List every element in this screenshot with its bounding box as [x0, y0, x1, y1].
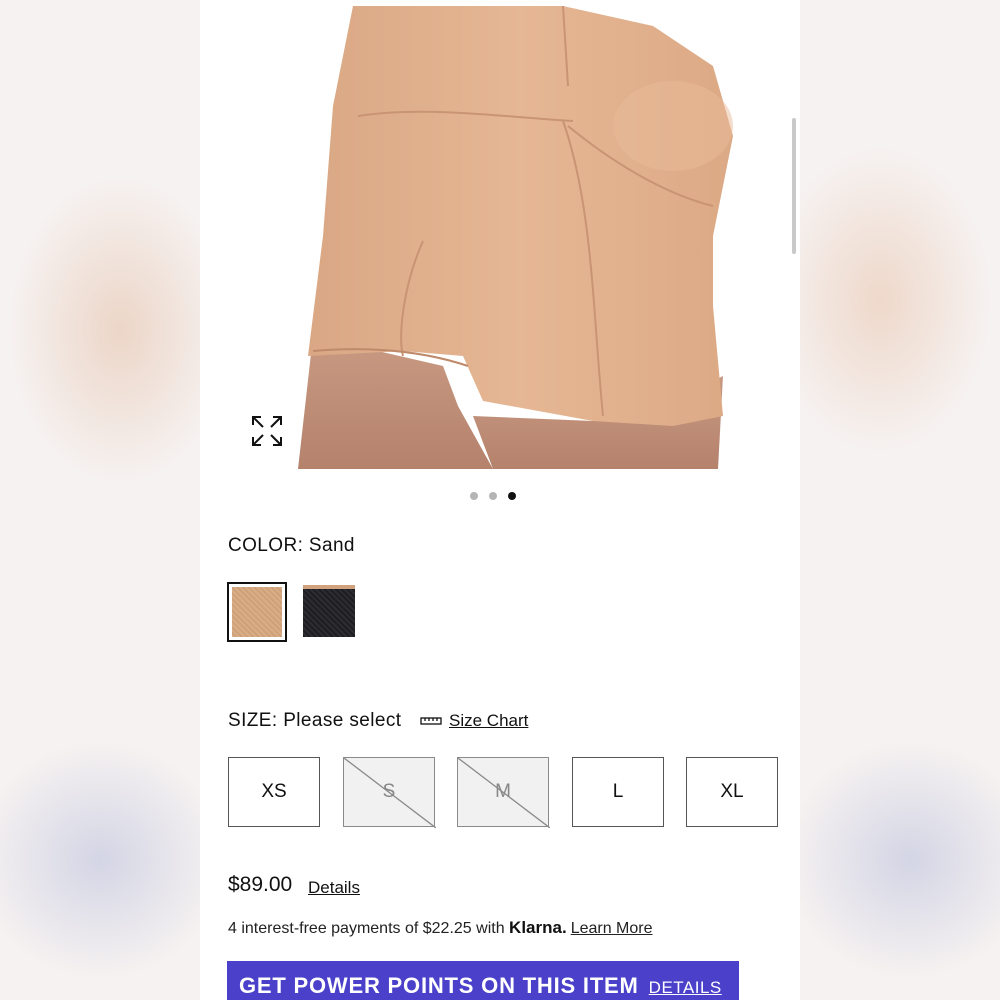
- expand-icon[interactable]: [250, 414, 284, 448]
- size-button-l[interactable]: L: [572, 757, 664, 827]
- klarna-learn-more-link[interactable]: Learn More: [571, 920, 653, 937]
- product-image[interactable]: [293, 6, 767, 469]
- klarna-brand: Klarna.: [509, 918, 567, 937]
- carousel-dot-1[interactable]: [470, 492, 478, 500]
- background-blur-right: [800, 0, 1000, 1000]
- size-button-xs[interactable]: XS: [228, 757, 320, 827]
- size-label-xs: XS: [261, 781, 287, 802]
- swatch-sand[interactable]: [227, 582, 287, 642]
- background-blur-left: [0, 0, 200, 1000]
- carousel-dot-2[interactable]: [489, 492, 497, 500]
- size-label: SIZE: Please select: [228, 710, 402, 731]
- klarna-installments: 4 interest-free payments of $22.25 with …: [228, 918, 653, 938]
- scrollbar[interactable]: [792, 118, 796, 254]
- carousel-dot-3[interactable]: [508, 492, 516, 500]
- size-button-s[interactable]: S: [343, 757, 436, 828]
- power-points-text: GET POWER POINTS ON THIS ITEM: [239, 973, 639, 998]
- power-points-banner[interactable]: GET POWER POINTS ON THIS ITEM DETAILS: [227, 961, 739, 1000]
- size-button-m[interactable]: M: [457, 757, 550, 828]
- size-button-xl[interactable]: XL: [686, 757, 778, 827]
- size-chart-link-wrapper[interactable]: Size Chart: [420, 711, 528, 731]
- size-chart-link[interactable]: Size Chart: [449, 711, 528, 731]
- price: $89.00: [228, 873, 293, 896]
- size-label-s: S: [382, 781, 396, 802]
- color-label: COLOR: Sand: [228, 535, 355, 556]
- price-details-link[interactable]: Details: [308, 878, 360, 898]
- swatch-black[interactable]: [303, 585, 355, 637]
- size-label-m: M: [495, 781, 511, 802]
- ruler-icon: [420, 711, 442, 731]
- power-points-details-link[interactable]: DETAILS: [649, 978, 722, 997]
- size-label-xl: XL: [720, 781, 744, 802]
- carousel-dots: [470, 492, 516, 500]
- size-label-l: L: [612, 781, 624, 802]
- product-page: COLOR: Sand SIZE: Please select Size Cha…: [200, 0, 800, 1000]
- klarna-text: 4 interest-free payments of $22.25 with: [228, 920, 510, 937]
